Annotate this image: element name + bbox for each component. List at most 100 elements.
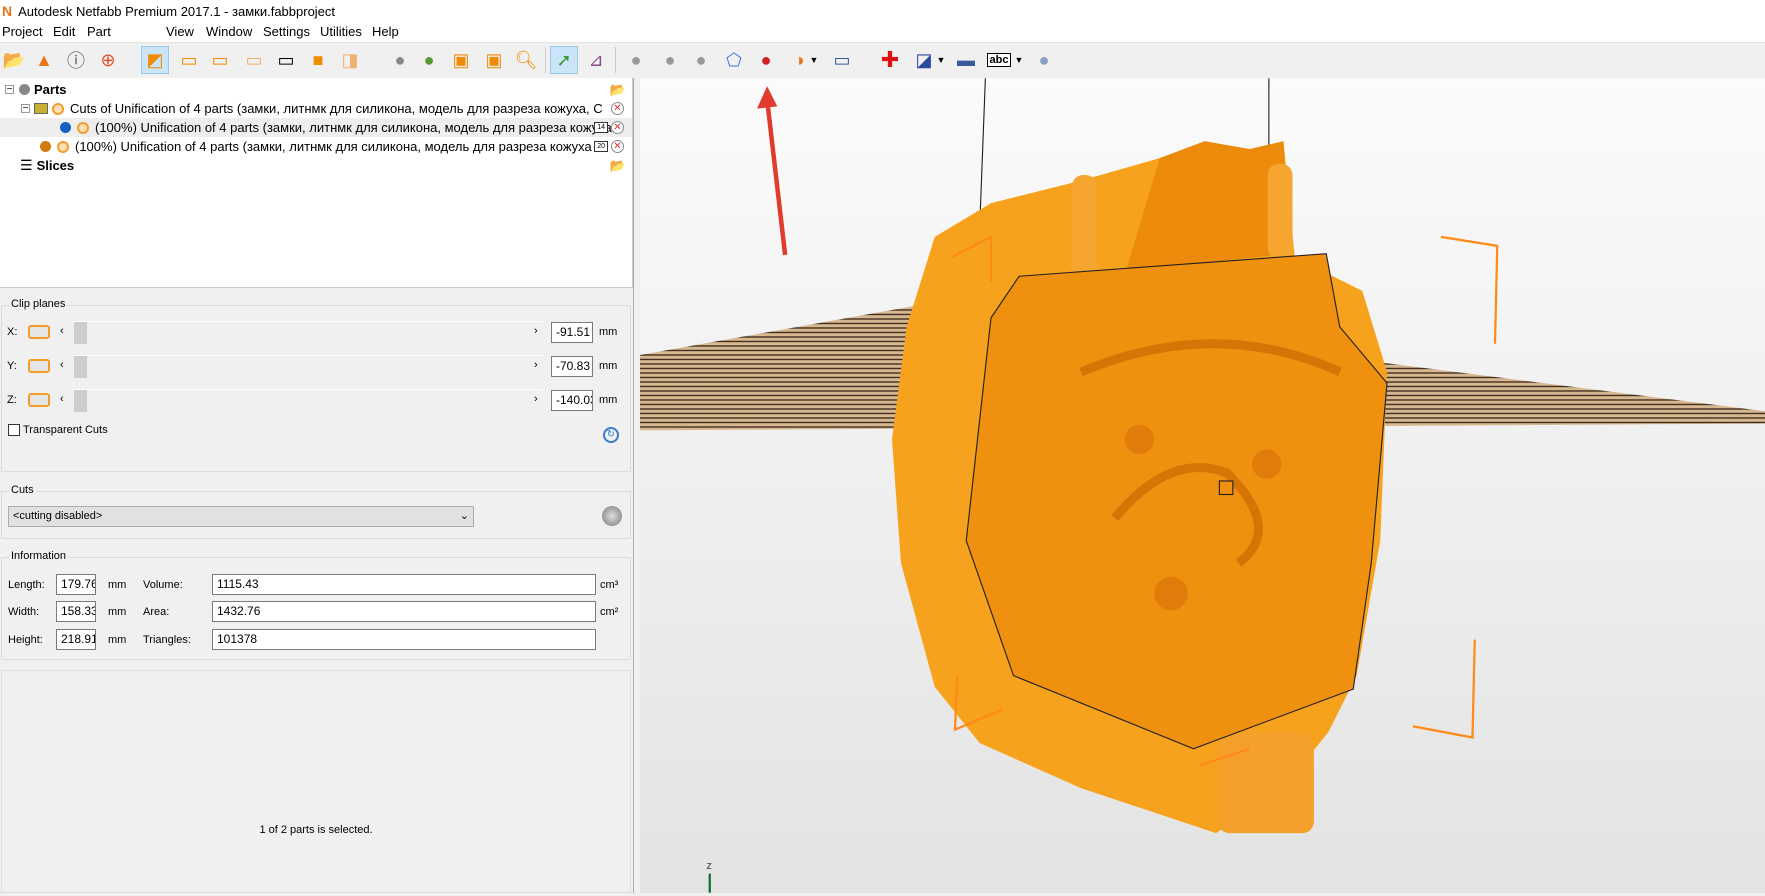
- search-icon[interactable]: 🔍︎: [512, 46, 540, 74]
- tree-label: (100%) Unification of 4 parts (замки, ли…: [75, 139, 592, 154]
- clip-z-right-arrow[interactable]: ›: [534, 393, 538, 405]
- part-badge: 14: [594, 122, 608, 133]
- zoom-selection-icon[interactable]: ▣: [447, 46, 475, 74]
- folder-icon[interactable]: 📂: [610, 158, 626, 174]
- 3d-viewport[interactable]: z: [640, 78, 1765, 893]
- select-parts-icon[interactable]: ●: [386, 46, 414, 74]
- repair-icon[interactable]: ✚: [876, 46, 904, 74]
- group-title: Cuts: [9, 484, 36, 496]
- select-shells-icon[interactable]: ●: [415, 46, 443, 74]
- parts-icon: [19, 84, 30, 95]
- menu-window[interactable]: Window: [206, 24, 252, 39]
- transparent-cuts-label[interactable]: Transparent Cuts: [23, 424, 108, 436]
- view-right-icon[interactable]: ◨: [336, 46, 364, 74]
- remove-icon[interactable]: ✕: [611, 102, 624, 115]
- menu-utilities[interactable]: Utilities: [320, 24, 362, 39]
- collapse-icon[interactable]: −: [5, 85, 14, 95]
- shading-dropdown-icon[interactable]: ▼: [935, 46, 947, 74]
- menu-settings[interactable]: Settings: [263, 24, 310, 39]
- clip-z-left-arrow[interactable]: ‹: [60, 393, 64, 405]
- ruler-icon[interactable]: ▬: [952, 46, 980, 74]
- menu-help[interactable]: Help: [372, 24, 399, 39]
- clip-y-value[interactable]: -70.83: [551, 356, 593, 377]
- add-part-icon[interactable]: ▲: [30, 46, 58, 74]
- model-center-marker[interactable]: [1218, 480, 1234, 496]
- tree-root-parts[interactable]: − Parts 📂: [0, 80, 632, 99]
- reset-icon[interactable]: ↻: [603, 427, 619, 443]
- tree-item-part[interactable]: (100%) Unification of 4 parts (замки, ли…: [0, 137, 632, 156]
- menu-project[interactable]: Project: [2, 24, 42, 39]
- convex-hull-icon[interactable]: ⬠: [720, 46, 748, 74]
- folder-icon[interactable]: 📂: [610, 82, 626, 98]
- slider-thumb[interactable]: [74, 356, 87, 378]
- parts-tree[interactable]: − Parts 📂 − Cuts of Unification of 4 par…: [0, 78, 633, 288]
- cuts-select[interactable]: <cutting disabled> ⌄: [8, 506, 474, 527]
- visibility-eye-icon[interactable]: [77, 121, 89, 134]
- unit: mm: [599, 360, 618, 372]
- view-bottom-icon[interactable]: ▭: [206, 46, 234, 74]
- clip-x-left-arrow[interactable]: ‹: [60, 325, 64, 337]
- clip-x-right-arrow[interactable]: ›: [534, 325, 538, 337]
- clip-y-toggle[interactable]: [28, 359, 50, 373]
- part-info-icon[interactable]: ⓘ: [62, 46, 90, 74]
- clip-x-toggle[interactable]: [28, 325, 50, 339]
- cut-sphere-icon[interactable]: [602, 506, 622, 526]
- clip-y-left-arrow[interactable]: ‹: [60, 359, 64, 371]
- slider-thumb[interactable]: [74, 390, 87, 412]
- visibility-eye-icon[interactable]: [57, 140, 69, 153]
- move-icon[interactable]: ●: [622, 46, 650, 74]
- collapse-icon[interactable]: −: [21, 104, 30, 114]
- unit: mm: [599, 326, 618, 338]
- tree-root-slices[interactable]: ☰ Slices 📂: [0, 156, 632, 175]
- view-back-icon[interactable]: ▭: [272, 46, 300, 74]
- measure-axis-icon[interactable]: ⊿: [582, 46, 610, 74]
- panel-splitter[interactable]: [633, 78, 640, 893]
- rotate-icon[interactable]: ●: [656, 46, 684, 74]
- menu-part[interactable]: Part: [87, 24, 111, 39]
- scale-icon[interactable]: ●: [687, 46, 715, 74]
- transparent-cuts-checkbox[interactable]: [8, 424, 20, 436]
- select-arrow-icon[interactable]: ➚: [550, 46, 578, 74]
- unit: mm: [599, 394, 618, 406]
- 3d-scene[interactable]: z: [640, 78, 1765, 893]
- menu-edit[interactable]: Edit: [53, 24, 75, 39]
- remove-icon[interactable]: ✕: [611, 140, 624, 153]
- clip-x-value[interactable]: -91.51: [551, 322, 593, 343]
- view-front-icon[interactable]: ▭: [240, 46, 268, 74]
- unit: mm: [108, 579, 127, 591]
- shading-icon[interactable]: ◪: [910, 46, 938, 74]
- clip-y-slider[interactable]: [72, 355, 542, 378]
- tree-item-child[interactable]: (100%) Unification of 4 parts (замки, ли…: [0, 118, 632, 137]
- open-project-icon[interactable]: 📂: [0, 46, 28, 74]
- add-shape-icon[interactable]: ⊕: [94, 46, 122, 74]
- tree-item-cuts-group[interactable]: − Cuts of Unification of 4 parts (замки,…: [0, 99, 632, 118]
- window-title: Autodesk Netfabb Premium 2017.1 - замки.…: [18, 3, 336, 19]
- toolbar: 📂 ▲ ⓘ ⊕ ◩ ▭ ▭ ▭ ▭ ■ ◨ ● ● ▣ ▣ 🔍︎ ➚ ⊿ ● ●…: [0, 42, 1765, 78]
- clip-z-toggle[interactable]: [28, 393, 50, 407]
- model-pillar-right: [1267, 163, 1293, 260]
- slider-thumb[interactable]: [74, 322, 87, 344]
- remove-icon[interactable]: ✕: [611, 121, 624, 134]
- model-cut-face[interactable]: [965, 253, 1388, 750]
- view-default-icon[interactable]: ◩: [141, 46, 169, 74]
- text-label-dropdown-icon[interactable]: ▼: [1013, 46, 1025, 74]
- group-title: Information: [9, 550, 69, 562]
- label-measure-icon[interactable]: ▭: [828, 46, 856, 74]
- menu-view[interactable]: View: [166, 24, 194, 39]
- tree-label: Cuts of Unification of 4 parts (замки, л…: [70, 101, 603, 116]
- view-left-icon[interactable]: ■: [304, 46, 332, 74]
- annotation-arrow: [764, 99, 788, 256]
- zoom-all-icon[interactable]: ▣: [480, 46, 508, 74]
- clip-z-value[interactable]: -140.03: [551, 390, 593, 411]
- area-label: Area:: [143, 606, 170, 618]
- clip-z-slider[interactable]: [72, 389, 542, 412]
- section-dropdown-icon[interactable]: ▼: [808, 46, 820, 74]
- text-label-icon[interactable]: abc: [985, 46, 1013, 74]
- visibility-eye-icon[interactable]: [52, 102, 64, 115]
- clip-planes-group: Clip planes X: ‹ › -91.51 mm Y: ‹ › -70.…: [1, 298, 631, 472]
- boolean-icon[interactable]: ●: [752, 46, 780, 74]
- clip-y-right-arrow[interactable]: ›: [534, 359, 538, 371]
- view-top-icon[interactable]: ▭: [175, 46, 203, 74]
- support-icon[interactable]: ●: [1030, 46, 1058, 74]
- clip-x-slider[interactable]: [72, 321, 542, 344]
